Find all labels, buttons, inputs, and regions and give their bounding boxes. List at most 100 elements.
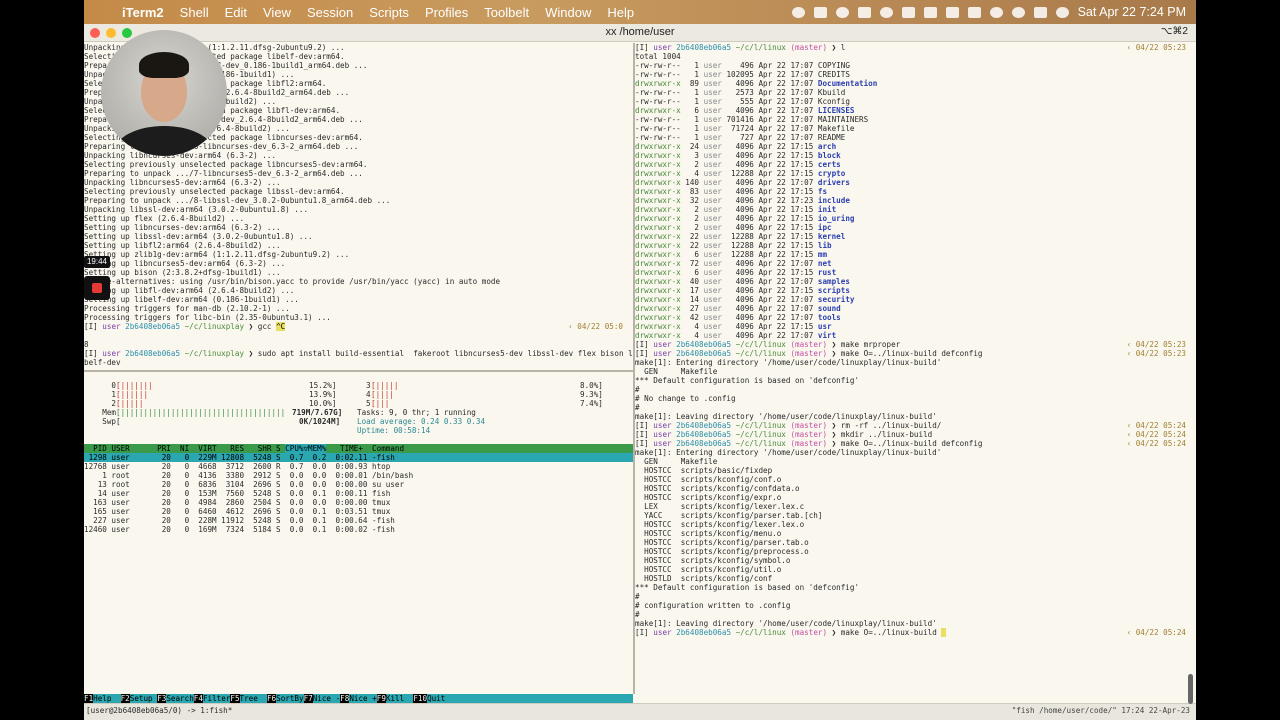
menu-toolbelt[interactable]: Toolbelt [476,5,537,20]
prompt-path: ~/c/l/linux [735,439,791,448]
process-row[interactable]: 12460 user 20 0 169M 7324 5184 S 0.0 0.1… [84,525,633,534]
menu-shell[interactable]: Shell [172,5,217,20]
prompt-timestamp: ‹ 04/22 05:23 [1126,340,1186,349]
ls-size: 4096 [726,322,759,331]
ls-links: 27 [680,304,704,313]
siri-icon[interactable] [1055,6,1069,18]
ls-links: 89 [680,79,704,88]
prompt-user: user [102,349,126,358]
ls-perms: -rw-rw-r-- [635,97,681,106]
cpu-percent: 10.0%] [309,399,337,408]
gear-icon[interactable] [835,6,849,18]
ls-name: drivers [817,178,850,187]
search-icon[interactable] [1011,6,1025,18]
menu-session[interactable]: Session [299,5,361,20]
ls-date: Apr 22 17:07 [758,115,818,124]
prompt-command: make O=../linux-build defconfig [840,349,983,358]
process-row[interactable]: 227 user 20 0 228M 11912 5248 S 0.0 0.1 … [84,516,633,525]
prompt-arrow: ❯ [831,421,841,430]
screen-record-icon[interactable] [791,6,805,18]
memory-meter-row: Mem[||||||||||||||||||||||||||||||||||||… [84,408,633,417]
ls-links: 2 [680,214,704,223]
ls-entry: drwxrwxr-x 140 user 4096 Apr 22 17:07 dr… [635,178,1196,187]
volume-icon[interactable] [923,6,937,18]
control-center-icon[interactable] [1033,6,1047,18]
cpu-meter-row: 0[||||||| 15.2%] 3 [||||| 8.0%] [84,381,633,390]
output-line: GEN Makefile [635,457,718,466]
ls-perms: drwxrwxr-x [635,304,681,313]
ls-name: Kbuild [817,88,846,97]
menu-profiles[interactable]: Profiles [417,5,476,20]
video-letterbox-left [0,0,84,720]
fkey-label[interactable]: Kill [386,694,413,703]
ls-links: 1 [680,115,704,124]
ls-links: 6 [680,250,704,259]
menu-scripts[interactable]: Scripts [361,5,417,20]
tmux-pane-htop[interactable]: 0[||||||| 15.2%] 3 [||||| 8.0%] 1[|||||| 13.9… [84,372,633,694]
ls-owner: user [703,268,727,277]
process-row[interactable]: 163 user 20 0 4984 2860 2504 S 0.0 0.0 0… [84,498,633,507]
ls-size: 4096 [726,259,759,268]
prompt-path: ~/c/l/linux [735,340,791,349]
prompt-branch: (master) [790,430,832,439]
menu-app-name[interactable]: iTerm2 [114,5,172,20]
ls-owner: user [703,205,727,214]
ls-date: Apr 22 17:07 [758,133,818,142]
menu-view[interactable]: View [255,5,299,20]
process-row[interactable]: 14 user 20 0 153M 7560 5248 S 0.0 0.1 0:… [84,489,633,498]
fkey-label[interactable]: Setup [130,694,157,703]
ls-name: CREDITS [817,70,850,79]
pane-divider-horizontal[interactable] [84,370,633,372]
fkey-label[interactable]: Quit [427,694,445,703]
ls-links: 22 [680,232,704,241]
wifi-icon[interactable] [989,6,1003,18]
menu-window[interactable]: Window [537,5,599,20]
fkey-label[interactable]: Tree [240,694,267,703]
pane-divider-vertical[interactable] [633,43,635,694]
stop-recording-button[interactable] [84,276,110,300]
ls-links: 24 [680,142,704,151]
keyboard-icon[interactable] [901,6,915,18]
fkey-label[interactable]: Search [166,694,193,703]
ls-links: 32 [680,196,704,205]
process-row[interactable]: 1298 user 20 0 229M 12808 5248 S 0.7 0.2… [84,453,633,462]
output-line: HOSTCC scripts/kconfig/menu.o [635,529,782,538]
stop-icon [92,283,102,293]
fkey-label[interactable]: SortBy [276,694,303,703]
ls-date: Apr 22 17:07 [758,124,818,133]
bluetooth-icon[interactable] [945,6,959,18]
ls-size: 4096 [726,286,759,295]
process-row[interactable]: 165 user 20 0 6460 4612 2696 S 0.0 0.1 0… [84,507,633,516]
menu-help[interactable]: Help [599,5,642,20]
cloud-icon[interactable] [879,6,893,18]
fkey-label[interactable]: Filter [203,694,230,703]
process-row[interactable]: 12768 user 20 0 4668 3712 2600 R 0.7 0.0… [84,462,633,471]
ls-perms: drwxrwxr-x [635,205,681,214]
ls-date: Apr 22 17:07 [758,259,818,268]
prompt-path: ~/c/l/linux [735,430,791,439]
ls-date: Apr 22 17:07 [758,277,818,286]
tmux-pane-kernel-build[interactable]: [I] user 2b6408eb06a5 ~/c/l/linux (maste… [635,43,1196,694]
prompt-command: mkdir ../linux-build [840,430,933,439]
fkey-label[interactable]: Help [93,694,120,703]
process-row[interactable]: 1 root 20 0 4136 3380 2912 S 0.0 0.0 0:0… [84,471,633,480]
gift-icon[interactable] [813,6,827,18]
fkey-label[interactable]: Nice - [313,694,340,703]
fkey-label[interactable]: Nice + [349,694,376,703]
menubar-clock[interactable]: Sat Apr 22 7:24 PM [1078,5,1186,19]
app-icon[interactable] [857,6,871,18]
window-titlebar[interactable]: xx /home/user ⌥⌘2 [84,24,1196,42]
ls-date: Apr 22 17:15 [758,142,818,151]
process-row[interactable]: 13 root 20 0 6836 3104 2696 S 0.0 0.0 0:… [84,480,633,489]
ls-entry: drwxrwxr-x 2 user 4096 Apr 22 17:15 io_u… [635,214,1196,223]
menu-edit[interactable]: Edit [217,5,255,20]
battery-icon[interactable] [967,6,981,18]
ls-entry: -rw-rw-r-- 1 user 71724 Apr 22 17:07 Mak… [635,124,1196,133]
ls-entry: drwxrwxr-x 72 user 4096 Apr 22 17:07 net [635,259,1196,268]
scrollbar-thumb[interactable] [1188,674,1193,704]
ls-date: Apr 22 17:07 [758,313,818,322]
fkey-code: F1 [84,694,94,703]
header-cpu-sort: CPU%▽MEM% [285,444,327,453]
cpu-label: 0 [84,381,117,390]
ls-perms: drwxrwxr-x [635,196,681,205]
